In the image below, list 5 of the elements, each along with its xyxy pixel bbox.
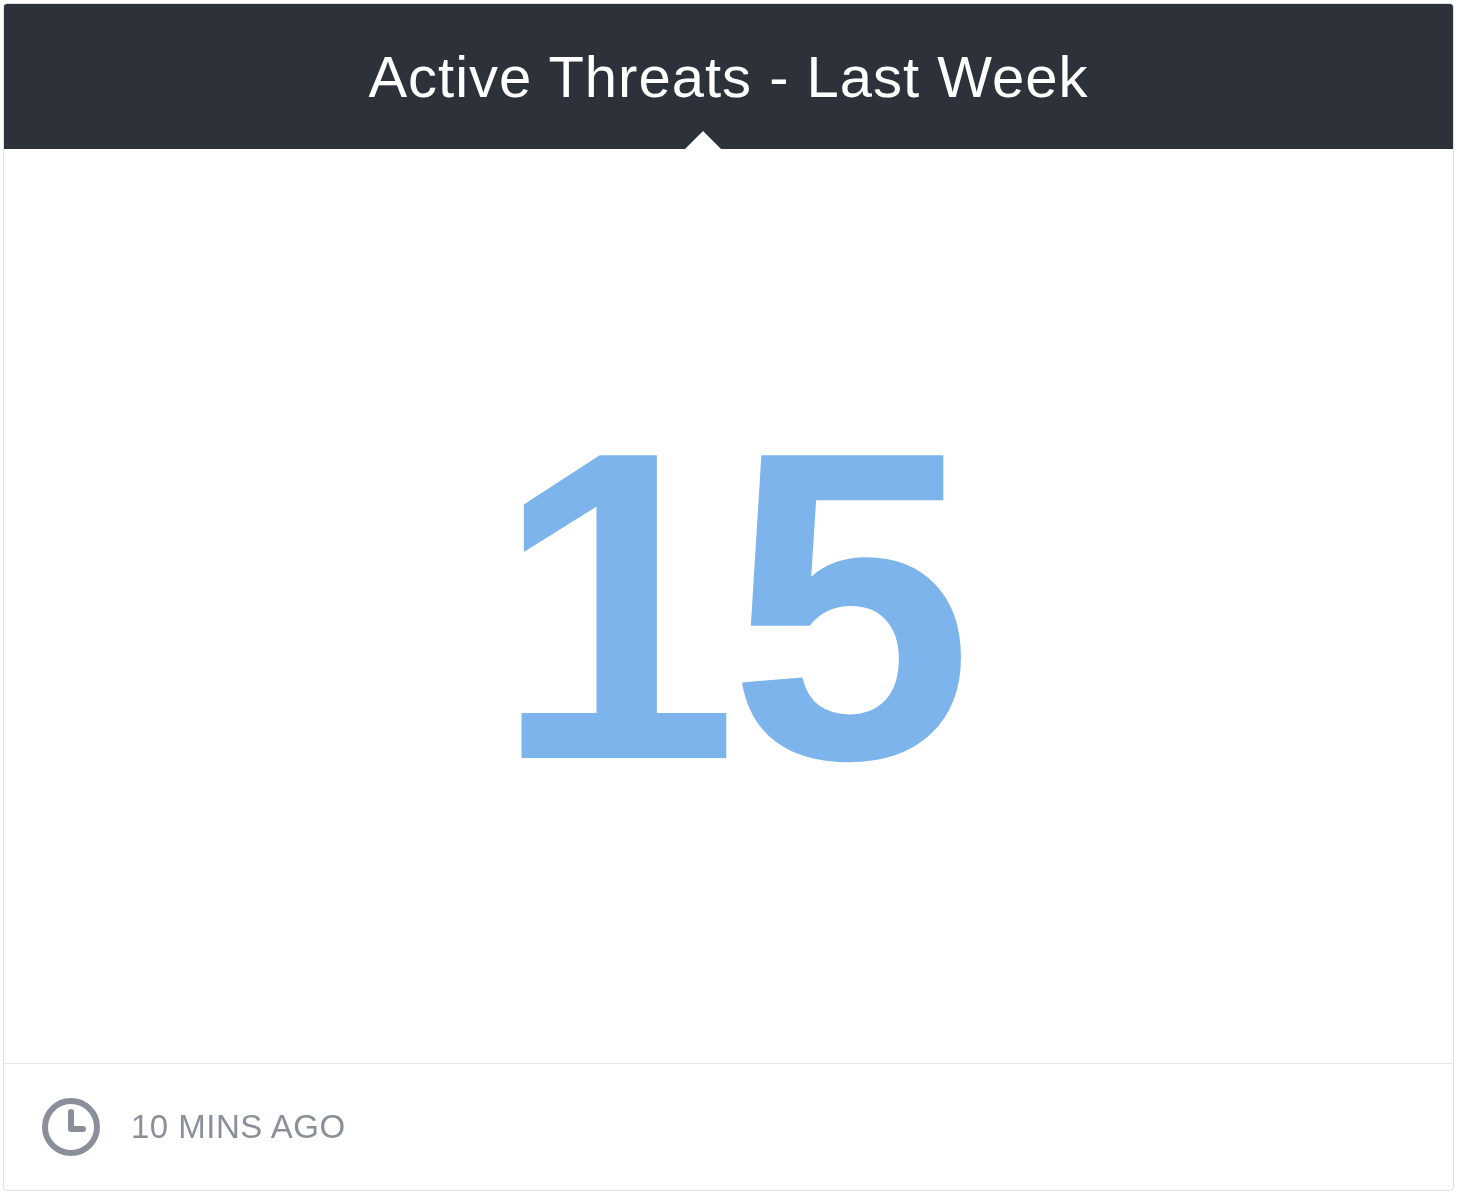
clock-icon (41, 1097, 101, 1157)
header-pointer (685, 131, 721, 149)
metric-value: 15 (493, 386, 964, 826)
updated-time: 10 MINS AGO (131, 1107, 346, 1148)
card-title: Active Threats - Last Week (368, 47, 1089, 106)
